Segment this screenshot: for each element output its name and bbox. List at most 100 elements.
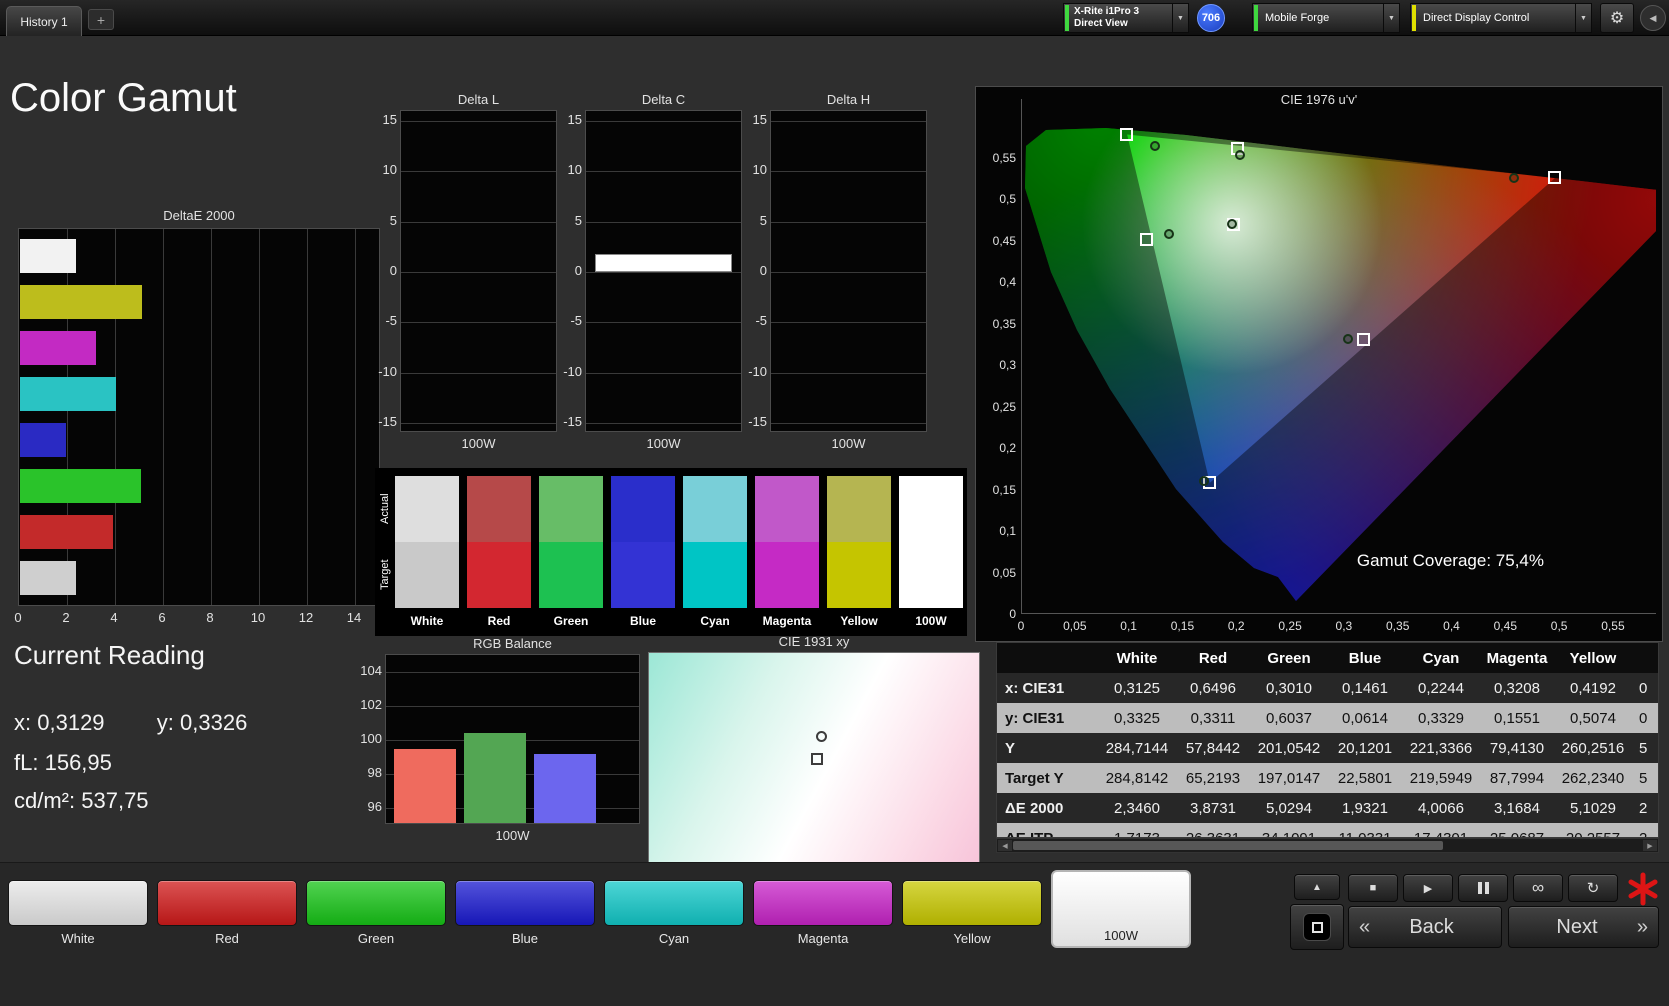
deltae-bar-blue	[20, 423, 67, 457]
stop-icon: ■	[1369, 882, 1377, 894]
y-tick-label: 0	[574, 263, 582, 278]
patch-swatch	[902, 880, 1042, 926]
rgb-bar-green	[464, 733, 526, 823]
tab-history-1[interactable]: History 1	[6, 6, 82, 36]
abort-button[interactable]	[1624, 872, 1662, 906]
swatch-column-green: Green	[539, 476, 603, 628]
continuous-measure-button[interactable]: ∞	[1513, 874, 1563, 902]
x-tick-label: 0,15	[1170, 619, 1195, 633]
y-tick-label: 0,15	[992, 482, 1016, 497]
deltae2000-chart: DeltaE 2000 0 2 4 6 8 10 12 14	[14, 208, 380, 640]
x-tick-label: 0,35	[1386, 619, 1410, 633]
table-cell: 0,3208	[1494, 679, 1540, 697]
next-button[interactable]: Next »	[1508, 906, 1659, 948]
back-arrow-icon: «	[1359, 915, 1371, 938]
table-cell: 0,3311	[1190, 709, 1236, 727]
table-cell: 262,2340	[1561, 769, 1625, 787]
patch-swatch	[8, 880, 148, 926]
table-row: ΔE 2000 2,3460 3,8731 5,0294 1,9321 4,0066 3,1…	[997, 793, 1658, 823]
patch-green[interactable]: Green	[306, 880, 446, 950]
gridline	[401, 422, 556, 424]
cdm2-readout: cd/m²: 537,75	[14, 788, 149, 814]
refresh-button[interactable]: ↻	[1568, 874, 1618, 902]
x-tick-label: 0,55	[1601, 619, 1625, 633]
chevron-down-icon[interactable]: ▼	[1383, 4, 1399, 32]
patch-blue[interactable]: Blue	[455, 880, 595, 950]
y-tick-label: 15	[567, 112, 582, 128]
swatch-label: Magenta	[762, 614, 812, 628]
row-label: Y	[1005, 739, 1016, 757]
patch-label: Cyan	[658, 931, 690, 946]
table-cell: 0,3329	[1418, 709, 1464, 727]
patch-white[interactable]: White	[8, 880, 148, 950]
expand-pattern-bar-button[interactable]: ▲	[1294, 874, 1340, 900]
patch-magenta[interactable]: Magenta	[753, 880, 893, 950]
y-tick-label: 0	[1009, 607, 1016, 621]
table-cell: 284,7144	[1105, 739, 1169, 757]
swatch-column-red: Red	[467, 476, 531, 628]
table-cell: 0,3325	[1114, 709, 1160, 727]
measured-marker-blue	[1198, 475, 1209, 486]
patch-cyan[interactable]: Cyan	[604, 880, 744, 950]
table-cell: 201,0542	[1257, 739, 1321, 757]
patch-swatch	[306, 880, 446, 926]
patch-label: White	[61, 931, 95, 946]
pause-button[interactable]	[1458, 874, 1508, 902]
patch-yellow[interactable]: Yellow	[902, 880, 1042, 950]
actual-row-label: Actual	[379, 493, 391, 525]
x-tick-label: 0,3	[1335, 619, 1353, 633]
scroll-right-icon[interactable]: ▶	[1643, 840, 1657, 851]
table-cell: 219,5949	[1409, 769, 1473, 787]
table-scrollbar[interactable]: ◀ ▶	[996, 838, 1659, 853]
add-tab-button[interactable]: +	[88, 9, 114, 30]
x-tick-label: 0,05	[1063, 619, 1087, 633]
actual-swatch-yellow	[827, 476, 891, 542]
patch-100w[interactable]: 100W	[1051, 870, 1191, 950]
play-button[interactable]: ▶	[1403, 874, 1453, 902]
y-tick-label: 5	[759, 212, 767, 228]
up-arrow-icon: ▲	[1312, 881, 1322, 893]
column-header: Cyan	[1422, 649, 1460, 667]
target-swatch-blue	[611, 542, 675, 608]
table-cell: 20,1201	[1337, 739, 1393, 757]
patch-label: Green	[357, 931, 395, 946]
chevron-down-icon[interactable]: ▼	[1172, 4, 1188, 32]
x-tick-label: 6	[158, 610, 166, 625]
chart-title: CIE 1931 xy	[778, 634, 850, 649]
red-asterisk-icon	[1628, 872, 1658, 906]
row-label: y: CIE31	[1005, 709, 1065, 727]
back-button[interactable]: « Back	[1348, 906, 1502, 948]
y-axis-labels: 15 10 5 0 -5 -10 -15	[372, 92, 397, 464]
display-control-dropdown[interactable]: Direct Display Control ▼	[1410, 3, 1592, 33]
x-tick-label: 8	[206, 610, 214, 625]
measured-point-marker	[815, 731, 827, 743]
meter-dropdown[interactable]: X-Rite i1Pro 3 Direct View ▼	[1063, 3, 1189, 33]
collapse-panel-button[interactable]: ◀	[1640, 5, 1666, 31]
row-label: ΔE 2000	[1005, 799, 1064, 817]
top-bar: History 1 + X-Rite i1Pro 3 Direct View ▼…	[0, 0, 1669, 36]
actual-swatch-100w	[899, 476, 963, 542]
table-cell: 65,2193	[1185, 769, 1241, 787]
source-dropdown[interactable]: Mobile Forge ▼	[1252, 3, 1400, 33]
x-tick-label: 0	[14, 610, 22, 625]
x-axis-label: 100W	[646, 436, 681, 451]
chart-title: DeltaE 2000	[163, 208, 235, 223]
clipped-cell: 5	[1639, 739, 1648, 757]
y-tick-label: 10	[382, 162, 397, 178]
target-swatch-cyan	[683, 542, 747, 608]
swatch-label: 100W	[915, 614, 947, 628]
gridline	[771, 422, 926, 424]
meter-name: X-Rite i1Pro 3 Direct View	[1070, 4, 1172, 32]
stop-button[interactable]: ■	[1348, 874, 1398, 902]
y-label: y:	[156, 710, 174, 735]
scrollbar-thumb[interactable]	[1013, 841, 1443, 850]
patch-red[interactable]: Red	[157, 880, 297, 950]
scroll-left-icon[interactable]: ◀	[998, 840, 1012, 851]
chevron-down-icon[interactable]: ▼	[1575, 4, 1591, 32]
pattern-window-button[interactable]	[1290, 904, 1344, 950]
settings-button[interactable]: ⚙	[1600, 3, 1634, 33]
y-tick-label: 102	[360, 697, 382, 712]
table-cell: 0,0614	[1342, 709, 1388, 727]
gridline	[401, 221, 556, 223]
y-tick-label: 0,45	[992, 233, 1016, 248]
